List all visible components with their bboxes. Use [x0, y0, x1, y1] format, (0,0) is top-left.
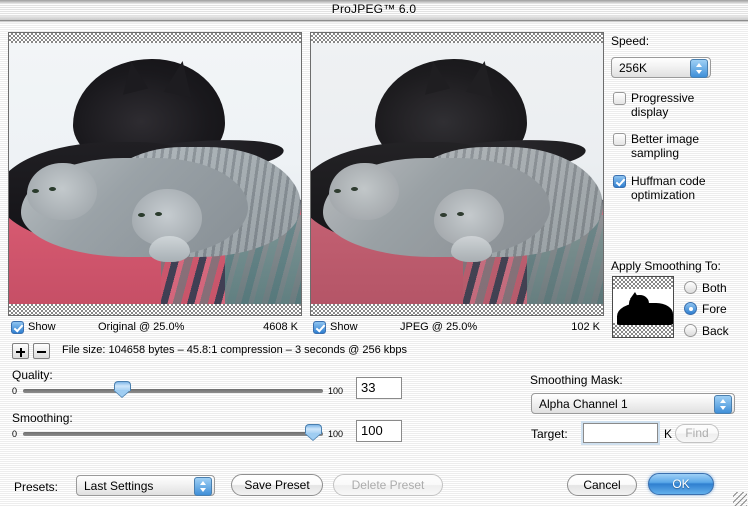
smoothing-target-fore[interactable]: Fore: [684, 302, 727, 316]
huffman-code-optimization-checkbox[interactable]: [613, 175, 626, 188]
original-show-checkbox[interactable]: [11, 321, 24, 334]
title-bar-shadow: [0, 21, 748, 23]
stepper-arrows-icon[interactable]: [714, 395, 732, 414]
save-preset-button[interactable]: Save Preset: [231, 474, 323, 496]
jpeg-size: 102 K: [571, 321, 600, 333]
radio-both[interactable]: [684, 281, 697, 294]
jpeg-caption: JPEG @ 25.0%: [400, 321, 478, 333]
smoothing-target-both[interactable]: Both: [684, 281, 727, 295]
jpeg-info-row: Show JPEG @ 25.0% 102 K: [310, 320, 604, 336]
smoothing-value-input[interactable]: 100: [356, 420, 402, 442]
progressive-display-label-line1: Progressive: [631, 91, 695, 105]
resize-grip-icon[interactable]: [733, 492, 747, 506]
option-progressive-display[interactable]: Progressive display: [613, 91, 743, 119]
cancel-button[interactable]: Cancel: [567, 474, 637, 496]
smoothing-mask-label: Smoothing Mask:: [530, 373, 623, 387]
target-label: Target:: [531, 427, 568, 441]
minus-icon: [37, 351, 46, 353]
ok-button[interactable]: OK: [648, 473, 714, 495]
smoothing-mask-value: Alpha Channel 1: [539, 397, 628, 411]
window-title-bar[interactable]: ProJPEG™ 6.0: [0, 0, 748, 21]
speed-value: 256K: [619, 61, 648, 75]
window-title: ProJPEG™ 6.0: [331, 2, 417, 16]
smoothing-slider-thumb[interactable]: [305, 424, 322, 440]
transparency-checker-top: [311, 33, 603, 43]
transparency-checker-bottom: [311, 304, 603, 315]
transparency-checker-top: [9, 33, 301, 43]
radio-back-label: Back: [702, 324, 729, 338]
original-preview-pane[interactable]: [8, 32, 302, 316]
better-image-sampling-label-line2: sampling: [631, 146, 680, 160]
smoothing-label: Smoothing:: [12, 411, 73, 425]
speed-label: Speed:: [611, 34, 650, 48]
zoom-in-button[interactable]: [12, 343, 29, 359]
smoothing-mask-popup-button[interactable]: Alpha Channel 1: [531, 393, 735, 414]
jpeg-show-label: Show: [330, 321, 358, 333]
smoothing-max-label: 100: [328, 429, 344, 439]
jpeg-image: [311, 43, 603, 304]
original-caption: Original @ 25.0%: [98, 321, 185, 333]
radio-fore-label: Fore: [702, 302, 727, 316]
presets-label: Presets:: [14, 480, 59, 494]
huffman-code-optimization-label-line2: optimization: [631, 188, 696, 202]
smoothing-slider-track[interactable]: [23, 432, 323, 436]
target-unit-label: K: [664, 427, 673, 441]
find-button[interactable]: Find: [675, 424, 719, 443]
delete-preset-button[interactable]: Delete Preset: [333, 474, 443, 496]
smoothing-mask-thumbnail[interactable]: [612, 276, 674, 338]
original-info-row: Show Original @ 25.0% 4608 K: [8, 320, 302, 336]
better-image-sampling-label-line1: Better image: [631, 132, 700, 146]
better-image-sampling-checkbox[interactable]: [613, 133, 626, 146]
presets-value: Last Settings: [84, 479, 154, 493]
status-text: File size: 104658 bytes – 45.8:1 compres…: [62, 344, 408, 356]
apply-smoothing-label: Apply Smoothing To:: [611, 259, 721, 273]
jpeg-preview-pane[interactable]: [310, 32, 604, 316]
quality-max-label: 100: [328, 386, 344, 396]
presets-popup-button[interactable]: Last Settings: [76, 475, 215, 496]
radio-both-label: Both: [702, 281, 727, 295]
progressive-display-label-line2: display: [631, 105, 669, 119]
progressive-display-checkbox[interactable]: [613, 92, 626, 105]
speed-popup-button[interactable]: 256K: [611, 57, 711, 78]
original-show-label: Show: [28, 321, 56, 333]
plus-icon-bar: [19, 347, 22, 357]
radio-back[interactable]: [684, 324, 697, 337]
stepper-arrows-icon[interactable]: [690, 59, 708, 78]
quality-label: Quality:: [12, 368, 53, 382]
zoom-out-button[interactable]: [33, 343, 50, 359]
jpeg-show-checkbox[interactable]: [313, 321, 326, 334]
quality-min-label: 0: [12, 386, 18, 396]
smoothing-min-label: 0: [12, 429, 18, 439]
smoothing-target-back[interactable]: Back: [684, 324, 729, 338]
stepper-arrows-icon[interactable]: [194, 477, 212, 496]
target-input[interactable]: [583, 423, 658, 443]
option-huffman-code-optimization[interactable]: Huffman code optimization: [613, 174, 743, 202]
mask-cat-ear-silhouette: [630, 292, 639, 299]
huffman-code-optimization-label-line1: Huffman code: [631, 174, 706, 188]
radio-fore[interactable]: [684, 302, 697, 315]
quality-slider-track[interactable]: [23, 389, 323, 393]
quality-value-input[interactable]: 33: [356, 377, 402, 399]
original-size: 4608 K: [263, 321, 298, 333]
transparency-checker-bottom: [9, 304, 301, 315]
option-better-image-sampling[interactable]: Better image sampling: [613, 132, 743, 160]
original-image: [9, 43, 301, 304]
quality-slider-thumb[interactable]: [114, 381, 131, 397]
